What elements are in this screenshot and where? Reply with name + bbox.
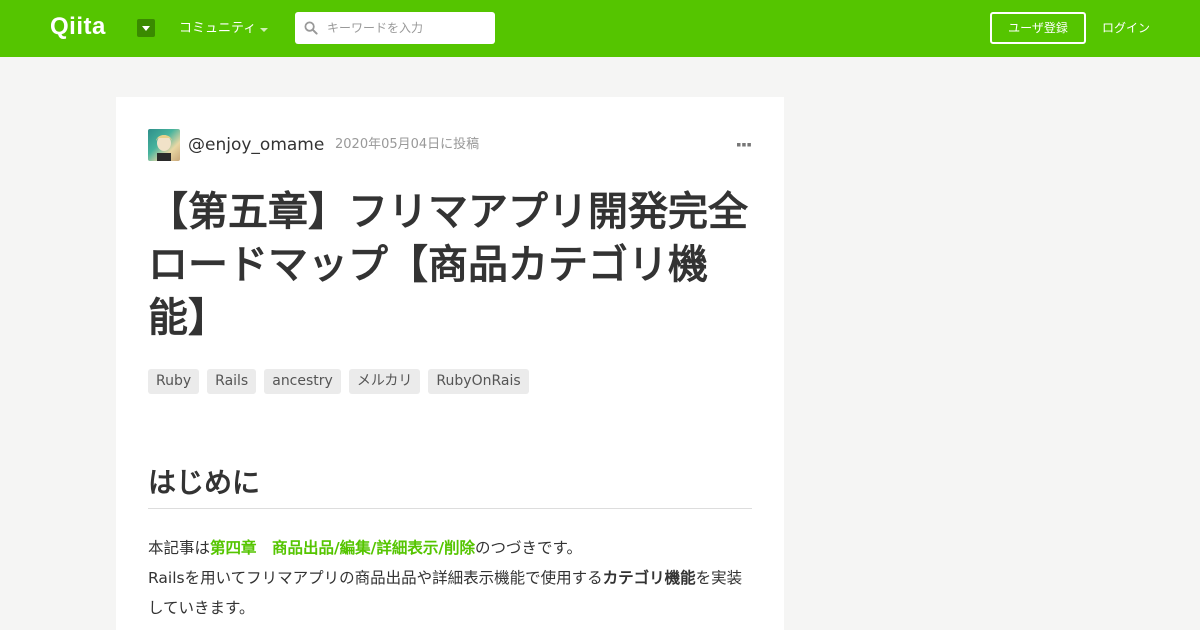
tag-rails[interactable]: Rails — [207, 369, 257, 394]
tag-rubyonrais[interactable]: RubyOnRais — [428, 369, 529, 394]
intro-prefix: 本記事は — [148, 539, 211, 557]
intro-line: 本記事は第四章 商品出品/編集/詳細表示/削除のつづきです。 — [148, 533, 752, 563]
tag-mercari[interactable]: メルカリ — [348, 369, 421, 394]
tag-ruby[interactable]: Ruby — [148, 369, 200, 394]
search-input[interactable] — [327, 18, 487, 38]
article-card: @enjoy_omame 2020年05月04日に投稿 【第五章】フリマアプリ開… — [116, 97, 784, 630]
more-horizontal-icon[interactable] — [736, 141, 752, 149]
qiita-logo[interactable]: Qiita — [50, 13, 106, 41]
summary-prefix: Railsを用いてフリマアプリの商品出品や詳細表示機能で使用する — [148, 569, 603, 587]
search-box[interactable] — [295, 12, 495, 44]
intro-suffix: のつづきです。 — [475, 539, 582, 557]
login-link[interactable]: ログイン — [1102, 20, 1150, 36]
signup-button[interactable]: ユーザ登録 — [990, 12, 1086, 44]
article-body: 本記事は第四章 商品出品/編集/詳細表示/削除のつづきです。 Railsを用いて… — [148, 533, 752, 623]
caret-down-icon[interactable] — [137, 19, 155, 37]
search-icon — [304, 21, 318, 35]
tag-list: Ruby Rails ancestry メルカリ RubyOnRais — [148, 369, 529, 394]
posted-date: 2020年05月04日に投稿 — [335, 137, 480, 152]
section-heading: はじめに — [148, 462, 752, 509]
summary-line: Railsを用いてフリマアプリの商品出品や詳細表示機能で使用するカテゴリ機能を実… — [148, 563, 752, 623]
author-username[interactable]: @enjoy_omame — [188, 134, 324, 156]
community-caret-icon — [260, 28, 268, 32]
previous-chapter-link[interactable]: 第四章 商品出品/編集/詳細表示/削除 — [210, 539, 475, 557]
article-title: 【第五章】フリマアプリ開発完全ロードマップ【商品カテゴリ機能】 — [148, 189, 748, 341]
community-menu[interactable]: コミュニティ — [179, 21, 256, 37]
summary-bold: カテゴリ機能 — [602, 569, 696, 587]
global-header: Qiita コミュニティ ユーザ登録 ログイン — [0, 0, 1200, 57]
tag-ancestry[interactable]: ancestry — [264, 369, 341, 394]
author-avatar[interactable] — [148, 129, 180, 161]
